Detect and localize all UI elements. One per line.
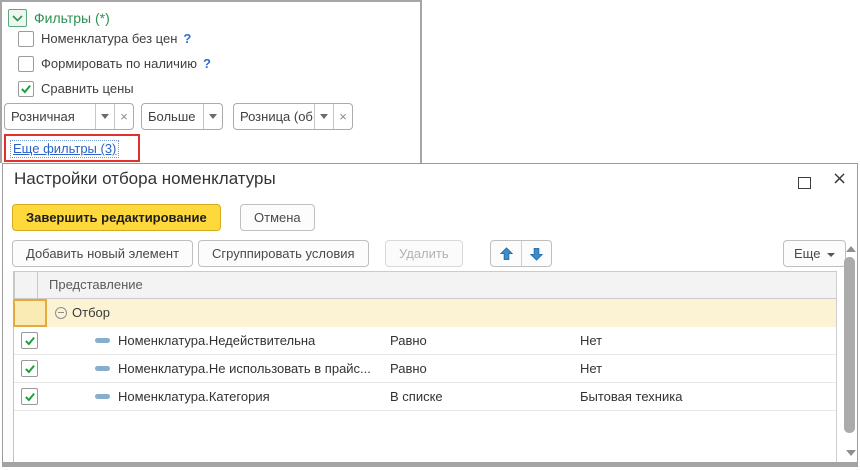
checkbox-row-compare-prices[interactable]: Сравнить цены xyxy=(18,80,134,97)
filter-field[interactable]: Номенклатура.Категория xyxy=(118,383,270,410)
close-icon[interactable]: × xyxy=(832,168,847,189)
filter-row[interactable]: Номенклатура.Категория В списке Бытовая … xyxy=(14,383,836,411)
help-icon[interactable]: ? xyxy=(203,56,211,71)
chevron-down-icon[interactable] xyxy=(8,9,27,27)
dialog-title: Настройки отбора номенклатуры xyxy=(14,169,276,188)
move-buttons xyxy=(490,240,552,267)
dropdown-arrow-icon[interactable] xyxy=(203,104,222,129)
cancel-button[interactable]: Отмена xyxy=(240,204,315,231)
combo-value[interactable]: Розница (об xyxy=(234,104,314,129)
filter-field[interactable]: Номенклатура.Недействительна xyxy=(118,327,315,354)
add-element-button[interactable]: Добавить новый элемент xyxy=(12,240,194,267)
down-arrow-icon xyxy=(530,247,543,261)
clear-icon[interactable]: × xyxy=(114,104,133,129)
column-divider xyxy=(37,272,38,299)
checkbox-icon[interactable] xyxy=(18,30,34,47)
clear-icon[interactable]: × xyxy=(333,104,352,129)
table-header: Представление xyxy=(4,271,836,299)
finish-editing-button[interactable]: Завершить редактирование xyxy=(12,204,221,231)
filter-field[interactable]: Номенклатура.Не использовать в прайс... xyxy=(118,355,371,382)
group-label: Отбор xyxy=(72,305,110,320)
checkbox-label: Сравнить цены xyxy=(41,81,134,96)
more-button-label: Еще xyxy=(794,246,821,261)
checkbox-label: Номенклатура без цен xyxy=(41,31,178,46)
filters-title: Фильтры (*) xyxy=(34,10,110,26)
filters-panel: Фильтры (*) Номенклатура без цен ? Форми… xyxy=(0,0,422,163)
more-button[interactable]: Еще xyxy=(783,240,847,267)
filter-item-icon xyxy=(95,366,110,371)
filter-item-icon xyxy=(95,394,110,399)
checkbox-row-by-availability[interactable]: Формировать по наличию ? xyxy=(18,55,211,72)
move-up-button[interactable] xyxy=(491,241,521,266)
filter-item-icon xyxy=(95,338,110,343)
collapse-minus-icon[interactable] xyxy=(55,307,67,319)
scrollbar-thumb[interactable] xyxy=(844,257,855,433)
move-down-button[interactable] xyxy=(521,241,551,266)
scroll-down-icon[interactable] xyxy=(846,450,856,456)
comparison-combo[interactable]: Больше xyxy=(141,103,223,130)
screen: Фильтры (*) Номенклатура без цен ? Форми… xyxy=(0,0,860,470)
scroll-up-icon[interactable] xyxy=(846,246,856,252)
filter-value[interactable]: Бытовая техника xyxy=(580,383,682,410)
table-right-border xyxy=(836,271,837,462)
delete-button[interactable]: Удалить xyxy=(385,240,463,267)
filter-row[interactable]: Номенклатура.Не использовать в прайс... … xyxy=(14,355,836,383)
checkbox-label: Формировать по наличию xyxy=(41,56,197,71)
checkbox-checked-icon[interactable] xyxy=(21,360,38,377)
checkbox-checked-icon[interactable] xyxy=(21,332,38,349)
checkbox-checked-icon[interactable] xyxy=(21,388,38,405)
filter-group-row[interactable]: Отбор xyxy=(13,299,836,327)
chevron-down-icon xyxy=(827,252,836,257)
second-price-type-combo[interactable]: Розница (об × xyxy=(233,103,353,130)
filters-group-header[interactable]: Фильтры (*) xyxy=(8,8,110,28)
combo-value[interactable]: Больше xyxy=(142,104,203,129)
column-divider xyxy=(14,272,15,299)
filter-condition[interactable]: В списке xyxy=(390,383,443,410)
selection-settings-dialog: Настройки отбора номенклатуры × Завершит… xyxy=(2,163,858,467)
group-conditions-button[interactable]: Сгруппировать условия xyxy=(198,240,369,267)
filter-row[interactable]: Номенклатура.Недействительна Равно Нет xyxy=(14,327,836,355)
filter-condition[interactable]: Равно xyxy=(390,327,427,354)
checkbox-icon[interactable] xyxy=(18,55,34,72)
dropdown-arrow-icon[interactable] xyxy=(95,104,114,129)
more-filters-link[interactable]: Еще фильтры (3) xyxy=(10,140,120,158)
filter-value[interactable]: Нет xyxy=(580,355,602,382)
filter-value[interactable]: Нет xyxy=(580,327,602,354)
checkbox-checked-icon[interactable] xyxy=(18,80,34,97)
up-arrow-icon xyxy=(499,246,513,260)
column-header-representation: Представление xyxy=(49,277,143,292)
dropdown-arrow-icon[interactable] xyxy=(314,104,333,129)
help-icon[interactable]: ? xyxy=(183,31,191,46)
checkbox-row-no-prices[interactable]: Номенклатура без цен ? xyxy=(18,30,191,47)
selected-cell[interactable] xyxy=(13,299,47,327)
price-type-combo[interactable]: Розничная × xyxy=(4,103,134,130)
vertical-scrollbar[interactable] xyxy=(842,242,858,460)
combo-value[interactable]: Розничная xyxy=(5,104,95,129)
restore-icon[interactable] xyxy=(798,177,811,189)
filter-condition[interactable]: Равно xyxy=(390,355,427,382)
